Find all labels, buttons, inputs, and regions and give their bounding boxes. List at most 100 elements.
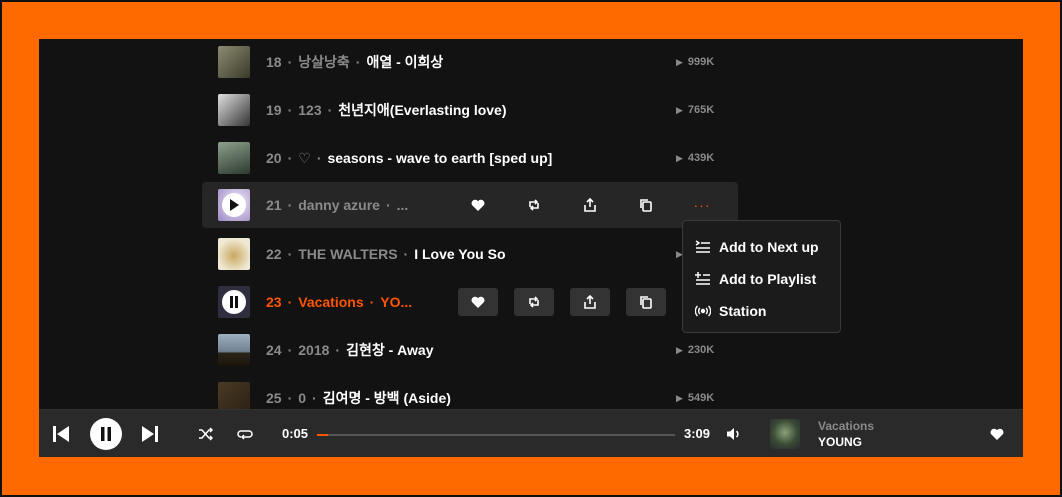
track-artwork[interactable] (218, 46, 250, 78)
track-title[interactable]: ... (397, 197, 409, 213)
more-options-button[interactable]: ··· (682, 191, 722, 219)
pause-button[interactable] (222, 290, 246, 314)
play-icon (230, 199, 239, 211)
track-row-hovered[interactable]: 21 · danny azure · ... ··· (202, 182, 738, 228)
track-title[interactable]: 김여명 - 방백 (Aside) (323, 388, 451, 408)
now-playing-artwork[interactable] (770, 419, 800, 449)
track-artist[interactable]: ♡ (298, 150, 311, 167)
next-up-icon (695, 240, 711, 254)
track-title[interactable]: 김현창 - Away (346, 340, 433, 360)
like-button[interactable] (458, 288, 498, 316)
track-title[interactable]: 천년지애(Everlasting love) (338, 100, 506, 120)
share-button[interactable] (570, 288, 610, 316)
play-count: ▶ 230K (676, 344, 715, 356)
player-bar: 0:05 3:09 Vacations YOUNG (39, 409, 1023, 457)
now-playing-artist[interactable]: Vacations (818, 419, 874, 433)
skip-forward-icon (142, 426, 158, 442)
play-count-icon: ▶ (676, 104, 683, 115)
share-icon (584, 198, 596, 212)
track-artwork[interactable] (218, 94, 250, 126)
copy-icon (640, 296, 652, 309)
volume-icon (727, 428, 739, 440)
next-button[interactable] (140, 424, 160, 444)
track-title[interactable]: I Love You So (414, 246, 505, 262)
play-count-icon: ▶ (676, 56, 683, 67)
like-button[interactable] (458, 191, 498, 219)
track-title[interactable]: 애열 - 이희상 (366, 52, 443, 72)
repost-button[interactable] (514, 191, 554, 219)
track-title[interactable]: seasons - wave to earth [sped up] (327, 150, 552, 166)
track-number: 22 (266, 246, 282, 262)
track-artist[interactable]: 123 (298, 102, 321, 118)
shuffle-icon (199, 427, 214, 441)
share-icon (584, 295, 596, 309)
track-artwork[interactable] (218, 142, 250, 174)
repeat-button[interactable] (236, 426, 254, 442)
play-count-icon: ▶ (676, 344, 683, 355)
shuffle-button[interactable] (197, 426, 215, 442)
elapsed-time: 0:05 (282, 426, 309, 441)
track-artwork[interactable] (218, 189, 250, 221)
heart-icon (471, 199, 485, 211)
track-number: 25 (266, 390, 282, 406)
like-now-playing-button[interactable] (989, 426, 1005, 442)
track-artist[interactable]: Vacations (298, 294, 363, 310)
play-count: ▶ 439K (676, 152, 715, 164)
heart-icon (990, 428, 1004, 440)
more-options-menu: Add to Next up Add to Playlist Station (682, 220, 841, 333)
duration-time: 3:09 (684, 426, 711, 441)
pause-icon (230, 296, 238, 308)
repost-button[interactable] (514, 288, 554, 316)
track-number: 18 (266, 54, 282, 70)
track-number: 23 (266, 294, 282, 310)
track-artwork[interactable] (218, 334, 250, 366)
track-list: 18 · 낭살낭축 · 애열 - 이희상 ▶ 999K 19 · 123 · 천… (39, 39, 1023, 414)
previous-button[interactable] (51, 424, 71, 444)
track-artist[interactable]: danny azure (298, 197, 380, 213)
music-app: 18 · 낭살낭축 · 애열 - 이희상 ▶ 999K 19 · 123 · 천… (39, 39, 1023, 457)
track-number: 20 (266, 150, 282, 166)
track-row-playing[interactable]: 23 · Vacations · YO... (202, 279, 738, 325)
track-row[interactable]: 22 · THE WALTERS · I Love You So ▶ (202, 231, 738, 277)
track-artist[interactable]: 낭살낭축 (298, 52, 350, 72)
play-count-icon: ▶ (676, 392, 683, 403)
track-number: 24 (266, 342, 282, 358)
repost-icon (529, 296, 539, 308)
play-pause-button[interactable] (90, 418, 122, 450)
track-number: 21 (266, 197, 282, 213)
progress-fill (317, 434, 328, 436)
heart-icon (471, 296, 485, 308)
track-artist[interactable]: 2018 (298, 342, 329, 358)
now-playing-title[interactable]: YOUNG (818, 435, 862, 449)
menu-item-station[interactable]: Station (695, 301, 766, 321)
station-icon (695, 304, 711, 318)
copy-icon (640, 199, 652, 212)
track-artwork[interactable] (218, 286, 250, 318)
track-title[interactable]: YO... (380, 294, 412, 310)
play-count: ▶ 999K (676, 56, 715, 68)
track-row[interactable]: 20 · ♡ · seasons - wave to earth [sped u… (202, 135, 738, 181)
play-count-icon: ▶ (676, 152, 683, 163)
play-button[interactable] (222, 193, 246, 217)
track-artist[interactable]: THE WALTERS (298, 246, 397, 262)
repost-icon (529, 199, 539, 211)
menu-item-add-to-next-up[interactable]: Add to Next up (695, 237, 819, 257)
copy-link-button[interactable] (626, 191, 666, 219)
track-artist[interactable]: 0 (298, 390, 306, 406)
pause-icon (101, 427, 111, 441)
playlist-add-icon (695, 272, 711, 286)
skip-back-icon (53, 426, 69, 442)
share-button[interactable] (570, 191, 610, 219)
play-count: ▶ 765K (676, 104, 715, 116)
repeat-icon (237, 430, 253, 440)
track-row[interactable]: 19 · 123 · 천년지애(Everlasting love) ▶ 765K (202, 87, 738, 133)
track-artwork[interactable] (218, 238, 250, 270)
ellipsis-icon: ··· (693, 197, 711, 213)
copy-link-button[interactable] (626, 288, 666, 316)
track-row[interactable]: 24 · 2018 · 김현창 - Away ▶ 230K (202, 327, 738, 373)
menu-item-add-to-playlist[interactable]: Add to Playlist (695, 269, 816, 289)
track-number: 19 (266, 102, 282, 118)
progress-bar[interactable] (317, 434, 675, 436)
volume-button[interactable] (725, 425, 743, 443)
track-row[interactable]: 18 · 낭살낭축 · 애열 - 이희상 ▶ 999K (202, 39, 738, 85)
